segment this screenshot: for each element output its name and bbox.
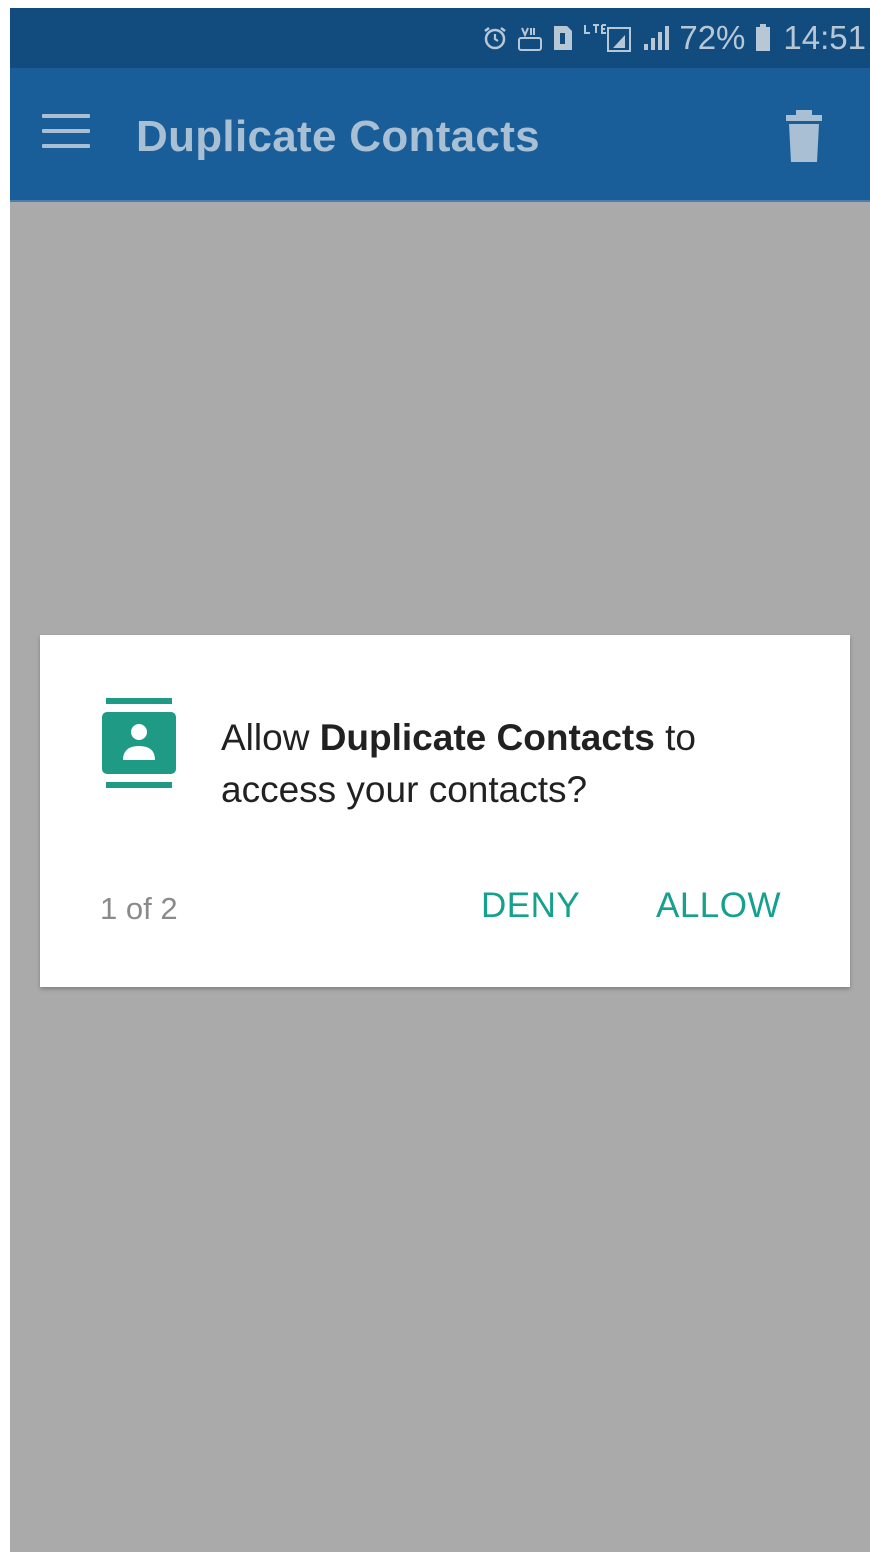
signal-icon [642, 24, 670, 52]
screen: 72% 14:51 Duplicate Contacts Allow Dupli… [10, 8, 870, 1552]
menu-icon[interactable] [42, 112, 90, 152]
volte-icon [517, 24, 543, 52]
allow-button[interactable]: ALLOW [656, 886, 781, 926]
message-prefix: Allow [221, 717, 320, 758]
battery-icon [754, 23, 772, 53]
deny-button[interactable]: DENY [481, 886, 580, 926]
permission-message: Allow Duplicate Contacts to access your … [221, 712, 801, 816]
delete-icon[interactable] [782, 108, 826, 164]
status-bar: 72% 14:51 [10, 8, 870, 68]
sim-icon [552, 24, 574, 52]
alarm-icon [482, 25, 508, 51]
app-name: Duplicate Contacts [319, 717, 655, 758]
battery-percent: 72% [679, 19, 746, 56]
clock: 14:51 [783, 19, 866, 56]
lte-icon [583, 23, 633, 53]
contacts-permission-icon [102, 698, 176, 790]
app-bar: Duplicate Contacts [10, 68, 870, 202]
page-title: Duplicate Contacts [136, 112, 540, 161]
permission-dialog: Allow Duplicate Contacts to access your … [40, 635, 850, 987]
permission-counter: 1 of 2 [100, 891, 178, 926]
